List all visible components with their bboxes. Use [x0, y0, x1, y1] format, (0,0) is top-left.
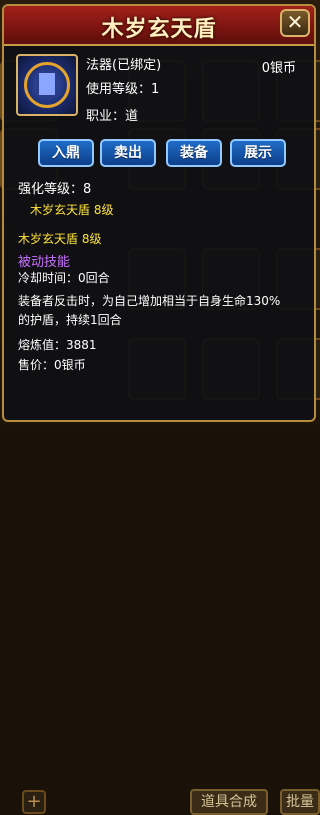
title-bar: 木岁玄天盾 ✕	[4, 6, 314, 46]
dialog-title: 木岁玄天盾	[101, 17, 217, 42]
set-line-1: 木岁玄天盾 8级	[30, 203, 114, 217]
effect-line-2: 的护盾，持续1回合	[18, 313, 122, 327]
bottom-bar: + 道具合成 批量	[0, 394, 320, 815]
equip-button[interactable]: 装备	[166, 139, 222, 167]
passive-skill-title: 被动技能	[18, 255, 71, 270]
close-button[interactable]: ✕	[280, 9, 310, 37]
add-button[interactable]: +	[22, 790, 46, 814]
show-button[interactable]: 展示	[230, 139, 286, 167]
item-type: 法器(已绑定)	[86, 58, 162, 73]
set-line-2: 木岁玄天盾 8级	[18, 232, 102, 246]
item-book-icon	[37, 71, 57, 97]
effect-line-1: 装备者反击时，为自己增加相当于自身生命130%	[18, 294, 281, 308]
use-level: 使用等级：1	[86, 82, 160, 97]
strength-level: 强化等级：8	[18, 182, 92, 197]
sell-price: 售价：0银币	[18, 358, 86, 372]
cooldown: 冷却时间：0回合	[18, 271, 110, 285]
item-price-top: 0银币	[261, 61, 296, 76]
profession: 职业：道	[86, 109, 139, 124]
embed-button[interactable]: 入鼎	[38, 139, 94, 167]
item-icon	[16, 54, 78, 116]
item-synthesis-button[interactable]: 道具合成	[190, 789, 268, 815]
smelt-value: 熔炼值：3881	[18, 338, 97, 352]
item-detail-dialog: 木岁玄天盾 ✕ 法器(已绑定) 0银币 使用等级：1 职业：道 入鼎 卖出 装备…	[2, 4, 316, 422]
batch-button[interactable]: 批量	[280, 789, 320, 815]
sell-button[interactable]: 卖出	[100, 139, 156, 167]
